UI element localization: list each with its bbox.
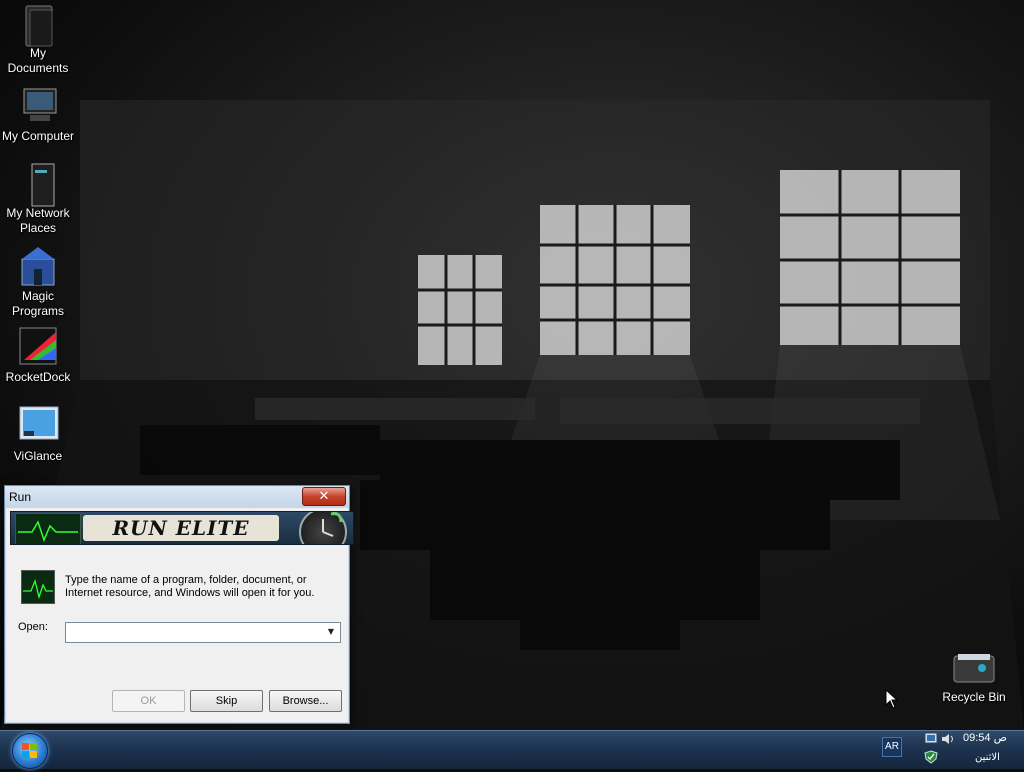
close-icon: ✕ <box>318 489 330 504</box>
computer-icon <box>16 85 60 127</box>
taskbar-clock-time[interactable]: 09:54 ص <box>963 731 1007 744</box>
desktop-icon-label: My Network Places <box>6 206 70 235</box>
close-button[interactable]: ✕ <box>302 487 346 506</box>
folder-icon <box>16 2 60 47</box>
desktop-icon-label: ViGlance <box>13 449 63 463</box>
run-program-icon <box>21 570 55 604</box>
run-prompt-text: Type the name of a program, folder, docu… <box>65 574 315 599</box>
windows-logo-icon <box>22 743 37 758</box>
desktop-icon-recycle-bin[interactable]: Recycle Bin <box>930 652 1018 704</box>
chevron-down-icon[interactable]: ▼ <box>324 624 338 640</box>
taskbar-clock-day[interactable]: الاثنين <box>975 752 1000 763</box>
skip-button[interactable]: Skip <box>190 690 263 712</box>
run-elite-logo: RUN ELITE <box>83 515 279 541</box>
viglance-icon <box>16 405 60 447</box>
desktop-icon-rocketdock[interactable]: RocketDock <box>0 326 76 385</box>
desktop-icon-my-documents[interactable]: My Documents <box>0 2 76 76</box>
open-input[interactable] <box>69 624 319 639</box>
run-elite-banner: RUN ELITE <box>10 511 354 545</box>
run-dialog-titlebar[interactable]: Run ✕ <box>5 486 349 508</box>
browse-button[interactable]: Browse... <box>269 690 342 712</box>
desktop-icon-my-computer[interactable]: My Computer <box>0 85 76 144</box>
security-shield-icon[interactable] <box>924 750 938 764</box>
open-label: Open: <box>18 621 48 633</box>
open-combobox[interactable]: ▼ <box>65 622 341 643</box>
clock-icon <box>299 512 347 544</box>
recycle-bin-icon <box>952 652 996 684</box>
heartbeat-monitor-icon <box>15 513 81 544</box>
desktop-icon-viglance[interactable]: ViGlance <box>0 405 76 464</box>
ok-button[interactable]: OK <box>112 690 185 712</box>
desktop-icon-my-network-places[interactable]: My Network Places <box>0 162 76 236</box>
network-tray-icon[interactable] <box>924 732 938 746</box>
taskbar <box>0 730 1024 769</box>
run-dialog: Run ✕ RUN ELITE Type the name of a progr… <box>4 485 354 724</box>
rocketdock-icon <box>16 326 60 368</box>
run-dialog-title: Run <box>9 490 32 504</box>
network-icon <box>16 162 60 207</box>
volume-icon[interactable] <box>941 732 955 746</box>
start-button[interactable] <box>12 733 48 769</box>
desktop-icon-label: Magic Programs <box>11 289 64 318</box>
desktop-icon-label: RocketDock <box>5 370 71 384</box>
desktop-icon-magic-programs[interactable]: Magic Programs <box>0 245 76 319</box>
desktop-icon-label: My Computer <box>1 129 75 143</box>
programs-icon <box>16 245 60 287</box>
desktop-icon-label: Recycle Bin <box>942 690 1006 704</box>
desktop-icon-label: My Documents <box>7 46 69 75</box>
language-indicator[interactable]: AR <box>882 737 902 757</box>
mouse-cursor-icon <box>885 689 899 709</box>
